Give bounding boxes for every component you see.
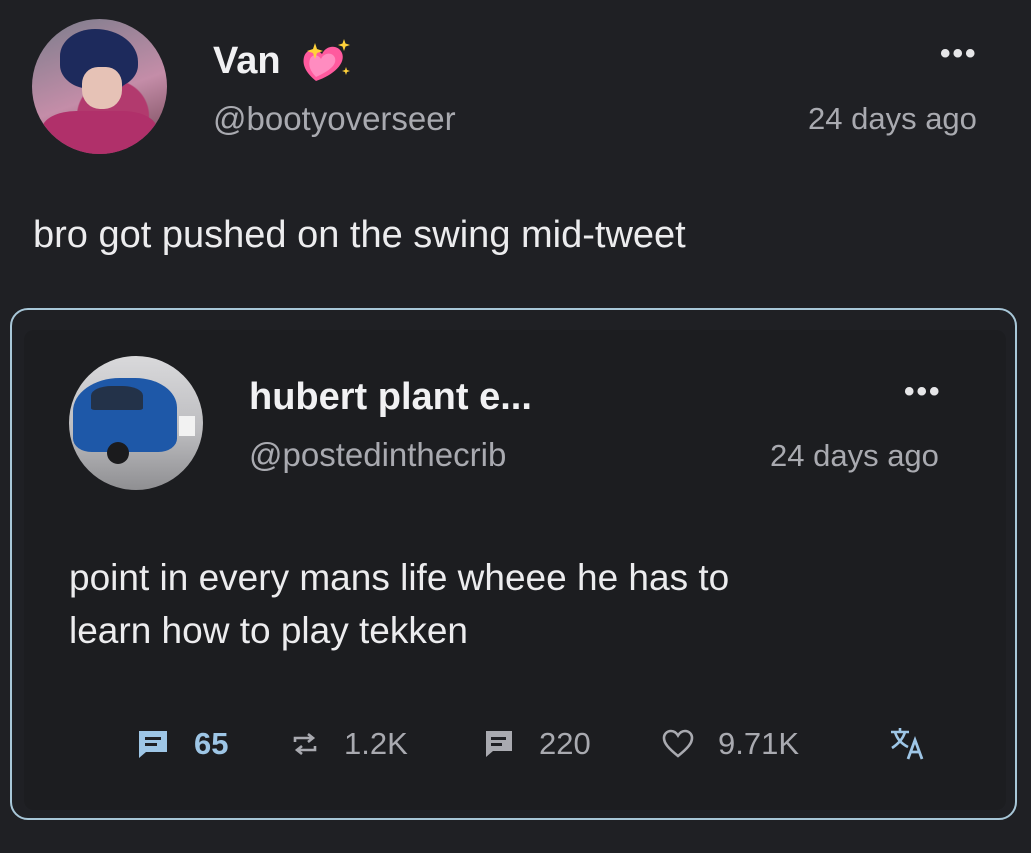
comments-button[interactable]: 65: [136, 726, 228, 762]
avatar-car-wheel: [107, 442, 129, 464]
retweets-count: 1.2K: [344, 726, 408, 761]
likes-count: 9.71K: [718, 726, 800, 761]
quotes-count: 220: [539, 726, 591, 761]
quoted-post-text-line: learn how to play tekken: [69, 610, 469, 651]
comment-icon: [139, 731, 167, 758]
avatar-face: [82, 67, 122, 109]
like-button[interactable]: 9.71K: [662, 726, 799, 762]
author-display-name[interactable]: Van: [213, 40, 281, 83]
avatar-coat: [42, 111, 157, 154]
quotes-button[interactable]: 220: [483, 726, 591, 762]
sparkling-heart-icon: [303, 39, 350, 81]
quote-icon: [486, 731, 512, 757]
translate-button[interactable]: [888, 724, 928, 762]
quoted-author-handle[interactable]: @postedinthecrib: [249, 436, 506, 474]
avatar-car-plate: [179, 416, 195, 436]
retweet-button[interactable]: 1.2K: [290, 726, 408, 762]
quoted-author-display-name[interactable]: hubert plant e...: [249, 376, 532, 419]
quoted-more-options-icon[interactable]: •••: [904, 375, 942, 409]
author-handle[interactable]: @bootyoverseer: [213, 100, 456, 138]
quoted-author-avatar[interactable]: [69, 356, 203, 490]
post-timestamp: 24 days ago: [808, 101, 977, 136]
quoted-post-text-line: point in every mans life wheee he has to: [69, 557, 730, 598]
post-text: bro got pushed on the swing mid-tweet: [33, 214, 686, 256]
quoted-post-text: point in every mans life wheee he has to…: [69, 551, 729, 657]
more-options-icon[interactable]: •••: [940, 37, 978, 71]
comments-count: 65: [194, 726, 229, 761]
author-avatar[interactable]: [32, 19, 167, 154]
retweet-icon: [293, 732, 317, 756]
quoted-post-timestamp: 24 days ago: [770, 438, 939, 473]
avatar-car-window: [91, 386, 143, 410]
translate-icon: [891, 728, 924, 760]
heart-icon: [662, 729, 694, 758]
